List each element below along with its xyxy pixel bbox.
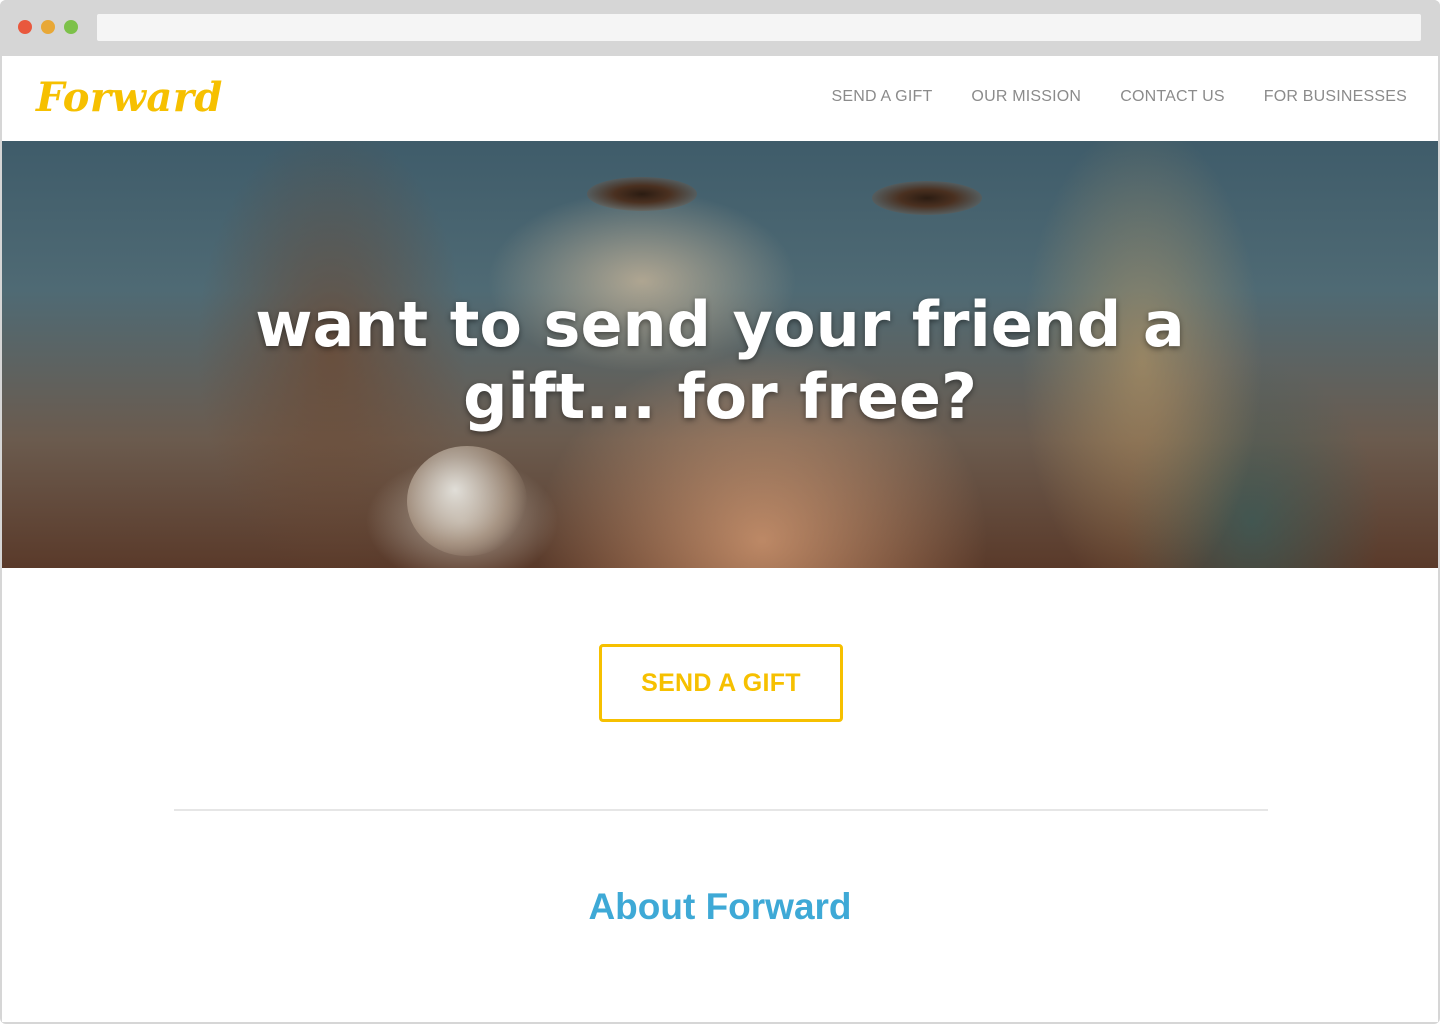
main-nav: SEND A GIFT OUR MISSION CONTACT US FOR B…	[832, 88, 1407, 106]
nav-item-contact-us[interactable]: CONTACT US	[1120, 88, 1225, 106]
section-divider	[174, 809, 1268, 811]
hero-photo-detail	[407, 446, 527, 556]
page-viewport: Forward SEND A GIFT OUR MISSION CONTACT …	[2, 56, 1438, 1022]
browser-chrome	[0, 0, 1440, 56]
close-window-icon[interactable]	[18, 20, 32, 34]
hero-headline: want to send your friend a gift... for f…	[255, 288, 1185, 433]
site-header: Forward SEND A GIFT OUR MISSION CONTACT …	[2, 56, 1438, 141]
hero-banner: want to send your friend a gift... for f…	[2, 141, 1438, 568]
send-a-gift-button[interactable]: SEND A GIFT	[599, 644, 843, 722]
maximize-window-icon[interactable]	[64, 20, 78, 34]
nav-item-our-mission[interactable]: OUR MISSION	[971, 88, 1081, 106]
hero-photo-detail	[587, 177, 697, 211]
address-bar[interactable]	[97, 14, 1421, 41]
nav-item-send-a-gift[interactable]: SEND A GIFT	[832, 88, 933, 106]
browser-window: Forward SEND A GIFT OUR MISSION CONTACT …	[0, 0, 1440, 1024]
site-logo[interactable]: Forward	[36, 74, 223, 121]
nav-item-for-businesses[interactable]: FOR BUSINESSES	[1264, 88, 1407, 106]
hero-photo-detail	[872, 181, 982, 215]
about-heading: About Forward	[588, 886, 852, 927]
minimize-window-icon[interactable]	[41, 20, 55, 34]
